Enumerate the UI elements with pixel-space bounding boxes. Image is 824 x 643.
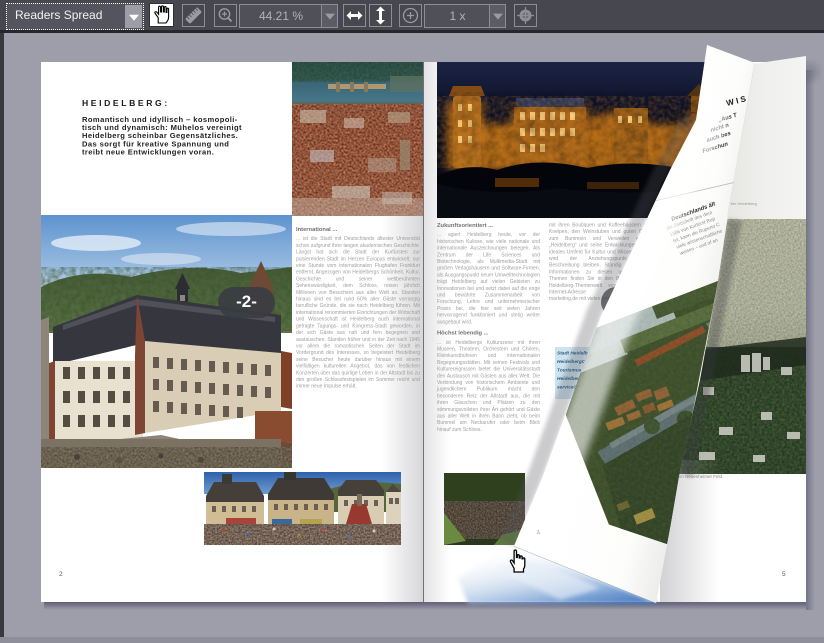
svg-text:Hier Heidelberg: Hier Heidelberg	[729, 201, 757, 206]
